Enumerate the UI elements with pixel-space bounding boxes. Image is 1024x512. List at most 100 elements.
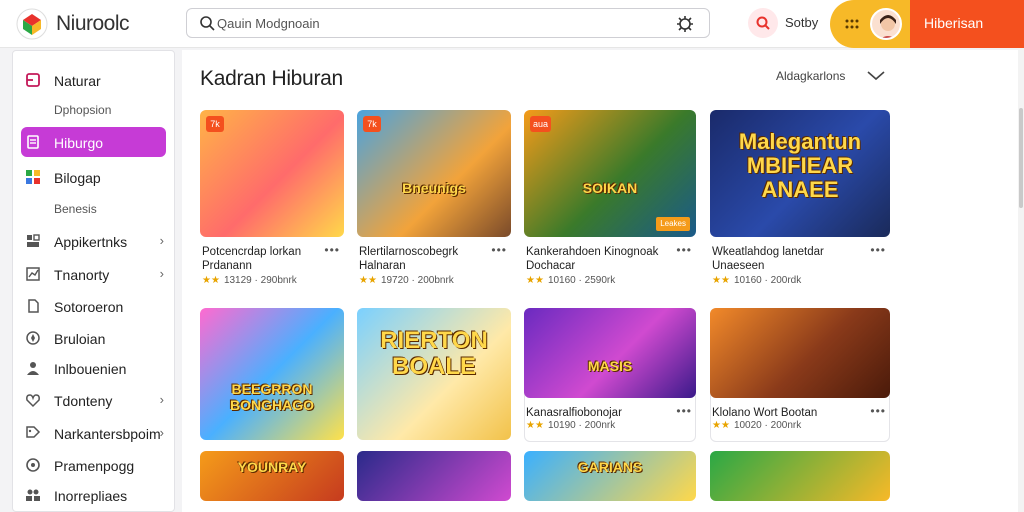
sidebar-item-label: Inorrepliaes [54, 488, 128, 504]
compass-icon [26, 331, 40, 345]
avatar-face-icon [880, 15, 896, 38]
page-title: Kadran Hiburan [200, 67, 343, 90]
rating-stars: ★★ [712, 275, 730, 286]
sidebar-item-label: Inlbouenien [54, 361, 127, 377]
card-art-text: RIERTON BOALE [380, 327, 488, 380]
scrollbar[interactable] [1018, 48, 1024, 512]
card-thumbnail[interactable] [357, 451, 511, 501]
sidebar-item-hiburgo[interactable]: Hiburgo [21, 127, 166, 157]
card-stats: 10160 · 200rdk [733, 275, 802, 286]
search-input[interactable]: Qauin Modgnoain [217, 16, 320, 31]
sidebar-item-inlbouenien[interactable]: Inlbouenien [21, 353, 166, 383]
chevron-down-icon[interactable] [866, 70, 886, 82]
search-icon [200, 16, 215, 31]
more-options-icon[interactable]: ••• [491, 243, 507, 257]
rating-stars: ★★ [359, 275, 377, 286]
card-meta: ★★ 13129 · 290bnrk [202, 275, 297, 286]
card-stats: 10160 · 2590rk [547, 275, 616, 286]
card-thumbnail[interactable]: aua SOIKAN Leakes [524, 110, 696, 237]
card-thumbnail[interactable]: MASIS [524, 308, 696, 398]
sidebar-item-label: Sotoroeron [54, 299, 124, 315]
user-name[interactable]: Sotby [785, 15, 818, 30]
grid-icon [26, 170, 40, 184]
chevron-right-icon: › [159, 233, 164, 248]
card-art-text: BEEGRRON BONGHAGO [230, 381, 314, 413]
rating-stars: ★★ [526, 420, 544, 431]
card-title[interactable]: Klolano Wort Bootan [712, 406, 866, 420]
card-thumbnail[interactable]: BEEGRRON BONGHAGO [200, 308, 344, 440]
book-icon [27, 135, 39, 149]
card-title[interactable]: Kanasralfiobonojar [526, 406, 672, 420]
search-circle-button[interactable] [748, 8, 778, 38]
card-meta: ★★ 10190 · 200nrk [526, 420, 615, 431]
card-thumbnail[interactable]: GARIANS [524, 451, 696, 501]
sidebar-item-pramenpogg[interactable]: Pramenpogg [21, 450, 166, 480]
cta-button[interactable]: Hiberisan [910, 0, 1024, 48]
sidebar-item-tnanorty[interactable]: Tnanorty › [21, 259, 166, 289]
sidebar: Naturar Hiburgo Bilogap Appikertnks › Tnanort… [12, 50, 175, 512]
search-bar[interactable]: Qauin Modgnoain [186, 8, 710, 38]
card-meta: ★★ 10020 · 200nrk [712, 420, 801, 431]
card-title[interactable]: Rlertilarnoscobegrk Halnaran [359, 245, 487, 273]
card-badge: aua [530, 116, 552, 132]
card-thumbnail[interactable]: YOUNRAY [200, 451, 344, 501]
card-meta: ★★ 10160 · 200rdk [712, 275, 801, 286]
sidebar-item-tdonteny[interactable]: Tdonteny › [21, 385, 166, 415]
card-meta: ★★ 10160 · 2590rk [526, 275, 615, 286]
circle-icon [26, 458, 40, 472]
sidebar-item-label: Hiburgo [54, 135, 104, 151]
cta-label: Hiberisan [924, 15, 984, 31]
more-options-icon[interactable]: ••• [870, 243, 886, 257]
card-thumbnail[interactable] [710, 308, 890, 398]
sidebar-item-bilogap[interactable]: Bilogap [21, 162, 166, 192]
sidebar-item-label: Narkantersbpoim [54, 426, 161, 442]
sidebar-item-narkantersbpoim[interactable]: Narkantersbpoim › [21, 418, 166, 448]
settings-icon[interactable] [675, 14, 695, 34]
apps-chip[interactable] [830, 0, 910, 48]
card-tag: Leakes [656, 217, 690, 231]
sidebar-item-appikertnks[interactable]: Appikertnks › [21, 226, 166, 256]
rating-stars: ★★ [526, 275, 544, 286]
sidebar-item-label: Naturar [54, 73, 101, 89]
sidebar-item-label: Tdonteny [54, 393, 113, 409]
avatar[interactable] [870, 8, 902, 40]
sidebar-subitem[interactable]: Benesis [54, 202, 97, 216]
app-logo-icon[interactable] [16, 8, 48, 40]
card-badge: 7k [363, 116, 381, 132]
card-title[interactable]: Potcencrdap lorkan Prdanann [202, 245, 320, 273]
card-title[interactable]: Wkeatlahdog lanetdar Unaeseen [712, 245, 866, 273]
sort-dropdown[interactable]: Aldagkarlons [776, 69, 845, 83]
square-icon [26, 73, 40, 87]
card-stats: 13129 · 290bnrk [223, 275, 297, 286]
card-stats: 10190 · 200nrk [547, 420, 616, 431]
grid-icon[interactable] [844, 16, 860, 32]
card-thumbnail[interactable] [710, 451, 890, 501]
rating-stars: ★★ [712, 420, 730, 431]
main-content: Kadran Hiburan Aldagkarlons 7k Potcencrda… [182, 50, 1024, 512]
card-thumbnail[interactable]: 7k Bneunigs [357, 110, 511, 237]
sidebar-item-inorrepliaes[interactable]: Inorrepliaes [21, 480, 166, 510]
more-options-icon[interactable]: ••• [870, 404, 886, 418]
chevron-right-icon: › [159, 266, 164, 281]
card-title[interactable]: Kankerahdoen Kinognoak Dochacar [526, 245, 672, 273]
app-title: Niuroolc [56, 12, 130, 35]
card-thumbnail[interactable]: Malegantun MBIFIEAR ANAEE [710, 110, 890, 237]
sidebar-item-label: Bilogap [54, 170, 101, 186]
sidebar-item-label: Bruloian [54, 331, 106, 347]
sidebar-item-naturar[interactable]: Naturar [21, 65, 166, 95]
card-thumbnail[interactable]: RIERTON BOALE [357, 308, 511, 440]
more-options-icon[interactable]: ••• [676, 243, 692, 257]
tag-icon [26, 426, 41, 438]
sidebar-item-bruloian[interactable]: Bruloian [21, 323, 166, 353]
more-options-icon[interactable]: ••• [676, 404, 692, 418]
chevron-right-icon: › [159, 425, 164, 440]
card-art-text: SOIKAN [582, 180, 638, 196]
sidebar-item-label: Tnanorty [54, 267, 110, 283]
card-thumbnail[interactable]: 7k [200, 110, 344, 237]
sidebar-item-sotoroeron[interactable]: Sotoroeron [21, 291, 166, 321]
heart-icon [26, 394, 40, 408]
user-icon [27, 362, 39, 375]
sidebar-subitem[interactable]: Dphopsion [54, 103, 111, 117]
scrollbar-thumb[interactable] [1019, 108, 1023, 208]
more-options-icon[interactable]: ••• [324, 243, 340, 257]
